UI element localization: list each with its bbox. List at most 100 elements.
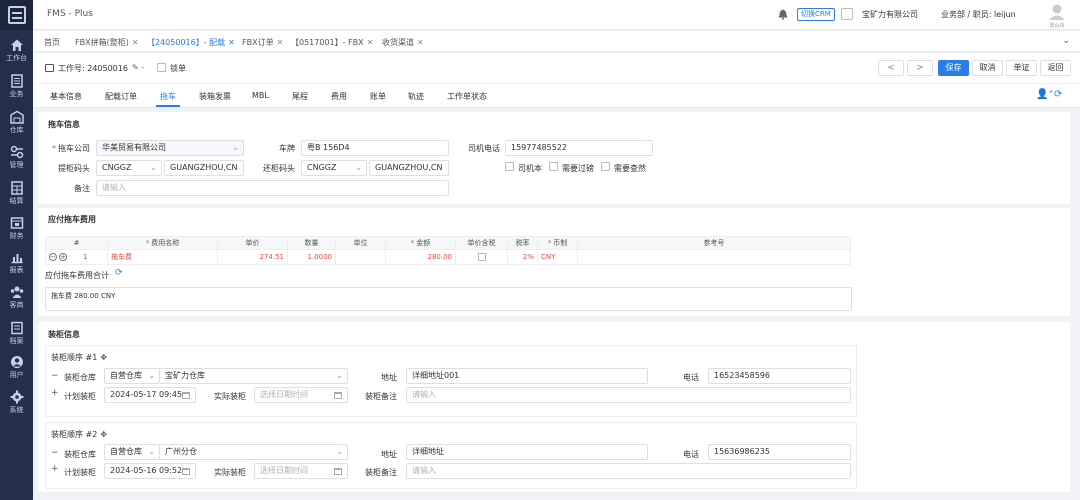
voucher-button[interactable]: 单证 <box>1006 60 1037 76</box>
warehouse-type-select[interactable]: 自营仓库 ⌄ <box>104 444 160 460</box>
tab-stowage-orders[interactable]: 配载订单 <box>105 91 137 102</box>
edit-icon[interactable]: ✎ - <box>132 63 144 72</box>
sidebar-item-settlement[interactable]: 结算 <box>0 176 33 210</box>
need-seal-checkbox[interactable] <box>601 162 610 171</box>
currency-cell[interactable]: CNY <box>537 249 578 265</box>
loading-remark-input[interactable]: 请输入 <box>406 387 851 403</box>
move-icon[interactable]: ✥ <box>100 430 107 439</box>
tab-receiving-channel[interactable]: 收货渠道 ✕ <box>382 35 424 50</box>
close-icon[interactable]: ✕ <box>277 38 284 47</box>
sidebar-item-manage[interactable]: 管理 <box>0 140 33 174</box>
bell-icon[interactable] <box>778 9 788 20</box>
tab-last-mile[interactable]: 尾程 <box>292 91 308 102</box>
qty-cell[interactable]: 1.0000 <box>287 249 336 265</box>
close-icon[interactable]: ✕ <box>417 38 424 47</box>
tab-stowage[interactable]: 【24050016】- 配载 ✕ <box>147 35 235 50</box>
tab-fbx-0517001[interactable]: 【0517001】- FBX ✕ <box>291 35 373 50</box>
plate-input[interactable]: 粤B 156D4 <box>301 140 449 156</box>
move-icon[interactable]: ✥ <box>100 353 107 362</box>
warehouse-name-select[interactable]: 宝矿力仓库 ⌄ <box>159 368 348 384</box>
pickup-terminal-name[interactable]: GUANGZHOU,CN <box>164 160 244 176</box>
warehouse-type-select[interactable]: 自营仓库 ⌄ <box>104 368 160 384</box>
sidebar-item-reports[interactable]: 报表 <box>0 245 33 279</box>
tab-job-status[interactable]: 工作单状态 <box>447 91 487 102</box>
avatar[interactable]: 雷山舟 <box>1046 3 1068 29</box>
user-icon[interactable] <box>841 8 853 20</box>
tab-bills[interactable]: 账单 <box>370 91 386 102</box>
tab-tracking[interactable]: 轨迹 <box>408 91 424 102</box>
remove-sequence-icon[interactable]: − <box>51 371 59 381</box>
lock-checkbox[interactable] <box>157 63 166 72</box>
loading-remark-input[interactable]: 请输入 <box>406 463 851 479</box>
return-terminal-select[interactable]: CNGGZ ⌄ <box>301 160 367 176</box>
tab-fbx-lcl[interactable]: FBX拼箱(整柜) ✕ <box>75 35 139 50</box>
add-row-icon[interactable]: + <box>59 253 67 261</box>
sidebar-item-finance[interactable]: 财务 <box>0 211 33 245</box>
actual-loading-datetime[interactable]: 选择日期时间 <box>254 387 348 403</box>
col-tax-rate: 税率 <box>507 236 538 250</box>
tab-packing-invoice[interactable]: 装箱发票 <box>199 91 231 102</box>
remove-sequence-icon[interactable]: − <box>51 448 59 458</box>
tab-trucking[interactable]: 拖车 <box>160 91 176 102</box>
fees-title: 应付拖车费用 <box>48 215 96 224</box>
phone-input[interactable]: 15636986235 <box>708 444 851 460</box>
add-person-icon[interactable]: 👤⁺ <box>1036 89 1054 100</box>
truck-company-label: * 拖车公司 <box>52 144 90 153</box>
remark-input[interactable]: 请输入 <box>96 180 449 196</box>
sidebar-item-user[interactable]: 用户 <box>0 350 33 384</box>
department-user[interactable]: 业务部 / 职员: leijun <box>941 9 1016 20</box>
remove-row-icon[interactable]: − <box>49 253 57 261</box>
address-input[interactable]: 详细地址001 <box>406 368 648 384</box>
add-sequence-icon[interactable]: + <box>51 388 59 398</box>
sidebar-item-clients[interactable]: 客商 <box>0 280 33 314</box>
switch-crm-button[interactable]: 切换CRM <box>797 8 835 21</box>
need-weigh-checkbox[interactable] <box>549 162 558 171</box>
sidebar-item-workbench[interactable]: 工作台 <box>0 33 33 67</box>
lock-label: 锁单 <box>170 64 186 73</box>
price-cell[interactable]: 274.51 <box>217 249 288 265</box>
warehouse-name-select[interactable]: 广州分仓 ⌄ <box>159 444 348 460</box>
ref-cell[interactable] <box>577 249 851 265</box>
planned-loading-datetime[interactable]: 2024-05-16 09:52 <box>104 463 196 479</box>
tab-fees[interactable]: 费用 <box>331 91 347 102</box>
company-name[interactable]: 宝矿力有限公司 <box>862 9 918 20</box>
pickup-terminal-select[interactable]: CNGGZ ⌄ <box>96 160 162 176</box>
tax-incl-cell[interactable] <box>455 249 508 265</box>
truck-company-select[interactable]: 华美贸易有限公司 ⌄ <box>96 140 244 156</box>
return-terminal-name[interactable]: GUANGZHOU,CN <box>369 160 449 176</box>
tax-rate-cell[interactable]: 2% <box>507 249 538 265</box>
unit-cell[interactable] <box>335 249 386 265</box>
sidebar-item-business[interactable]: 业务 <box>0 69 33 103</box>
phone-input[interactable]: 16523458596 <box>708 368 851 384</box>
save-button[interactable]: 保存 <box>938 60 969 76</box>
close-icon[interactable]: ✕ <box>132 38 139 47</box>
refresh-icon[interactable]: ⟳ <box>1054 89 1062 100</box>
add-sequence-icon[interactable]: + <box>51 464 59 474</box>
amount-cell[interactable]: 280.00 <box>385 249 456 265</box>
tab-mbl[interactable]: MBL <box>252 91 269 100</box>
close-icon[interactable]: ✕ <box>367 38 374 47</box>
sidebar-item-warehouse[interactable]: 仓库 <box>0 105 33 139</box>
chevron-down-icon[interactable]: ⌄ <box>1062 36 1070 46</box>
tab-home[interactable]: 首页 <box>44 35 60 50</box>
actual-loading-datetime[interactable]: 选择日期时间 <box>254 463 348 479</box>
prev-button[interactable]: < <box>878 60 904 76</box>
address-input[interactable]: 详细地址 <box>406 444 648 460</box>
tax-incl-checkbox[interactable] <box>477 253 486 261</box>
fees-total-textarea[interactable]: 拖车费 280.00 CNY <box>45 287 852 311</box>
close-icon[interactable]: ✕ <box>228 38 235 47</box>
tab-basic-info[interactable]: 基本信息 <box>50 91 82 102</box>
next-button[interactable]: > <box>907 60 933 76</box>
fee-name-cell[interactable]: 拖车费 <box>107 249 218 265</box>
driver-phone-input[interactable]: 15977485522 <box>505 140 653 156</box>
table-row[interactable]: − +1 拖车费 274.51 1.0000 280.00 2% CNY <box>45 249 851 265</box>
cancel-button[interactable]: 取消 <box>972 60 1003 76</box>
tab-fbx-order[interactable]: FBX订单 ✕ <box>242 35 283 50</box>
sidebar-item-archive[interactable]: 档案 <box>0 316 33 350</box>
refresh-icon[interactable]: ⟳ <box>115 268 123 278</box>
sidebar-item-system[interactable]: 系统 <box>0 385 33 419</box>
driver-book-checkbox[interactable] <box>505 162 514 171</box>
app-logo[interactable] <box>0 0 33 30</box>
back-button[interactable]: 返回 <box>1040 60 1071 76</box>
planned-loading-datetime[interactable]: 2024-05-17 09:45 <box>104 387 196 403</box>
